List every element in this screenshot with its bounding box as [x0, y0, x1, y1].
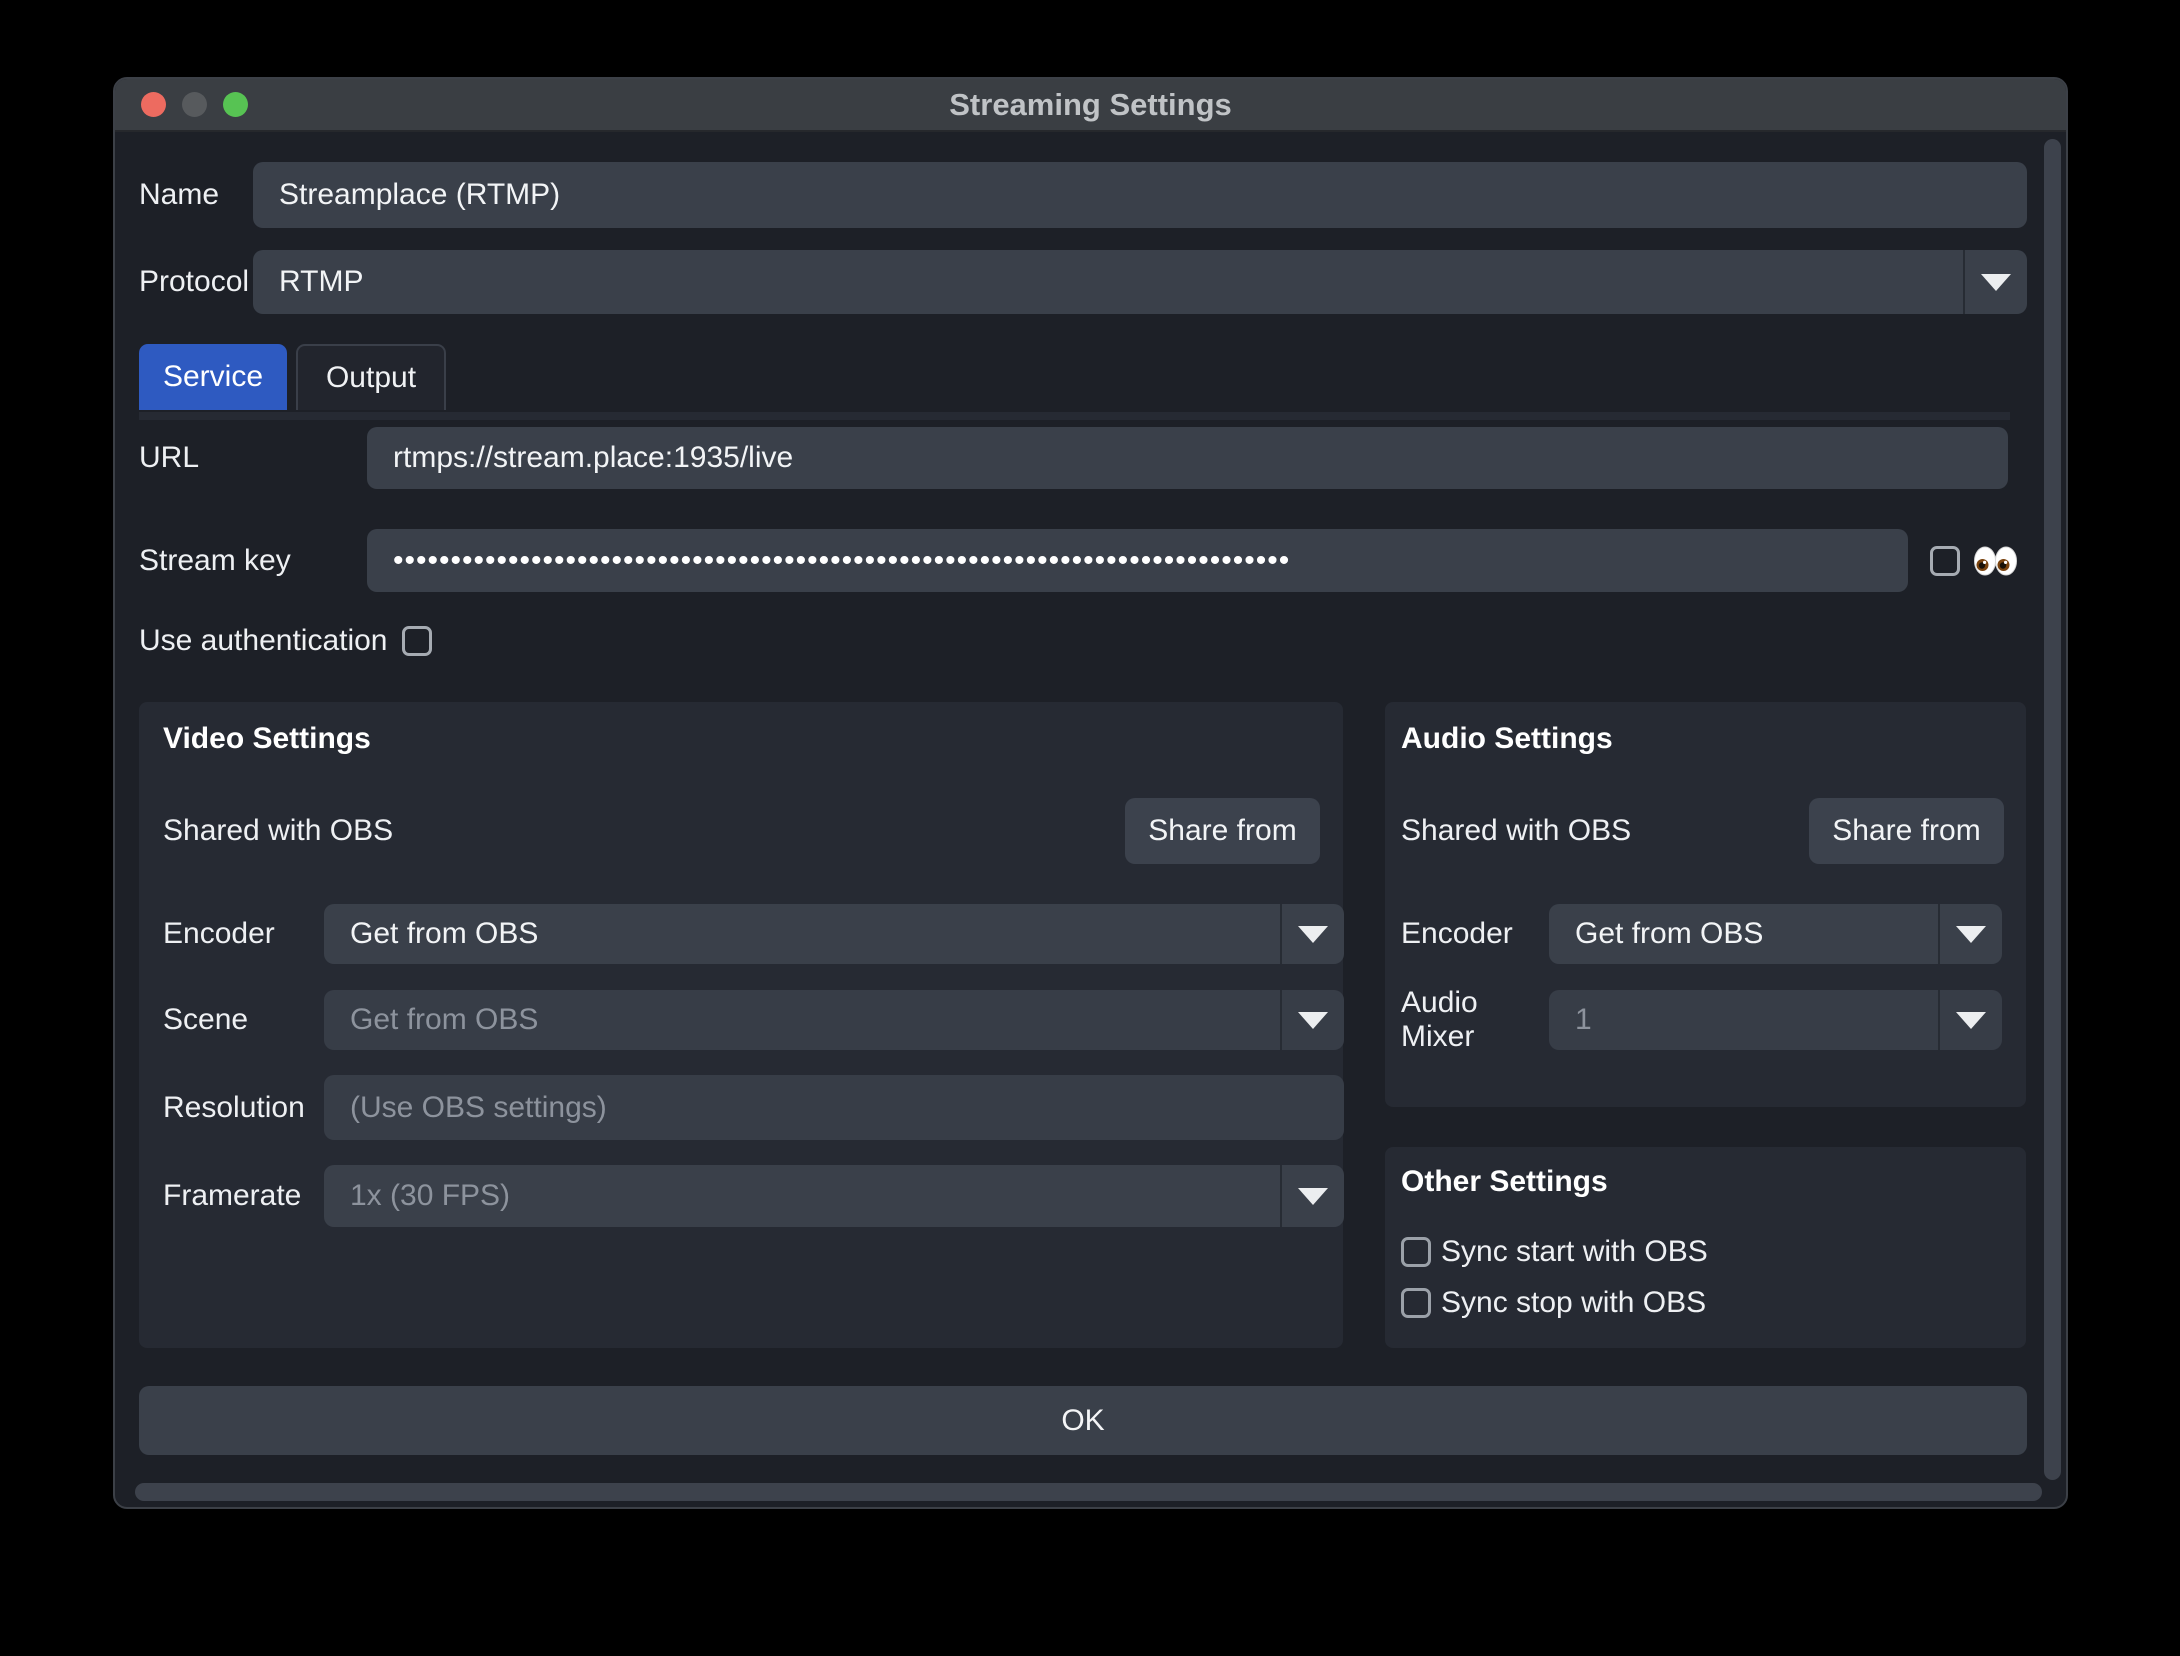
audio-settings-title: Audio Settings	[1401, 722, 2004, 756]
stream-key-label: Stream key	[139, 544, 367, 578]
resolution-label: Resolution	[163, 1091, 324, 1125]
name-input[interactable]: Streamplace (RTMP)	[253, 162, 2027, 228]
url-row: URL rtmps://stream.place:1935/live	[139, 427, 2027, 489]
framerate-label: Framerate	[163, 1179, 324, 1213]
audio-encoder-label: Encoder	[1401, 917, 1549, 951]
scene-row: Scene Get from OBS	[163, 990, 1320, 1050]
chevron-down-icon	[1963, 250, 2027, 314]
video-shared-label: Shared with OBS	[163, 814, 393, 848]
zoom-button[interactable]	[223, 92, 248, 117]
url-label: URL	[139, 441, 367, 475]
chevron-down-icon	[1280, 990, 1344, 1050]
sync-start-checkbox[interactable]	[1401, 1237, 1431, 1267]
chevron-down-icon	[1280, 904, 1344, 964]
scene-dropdown[interactable]: Get from OBS	[324, 990, 1344, 1050]
video-shared-row: Shared with OBS Share from	[163, 798, 1320, 864]
ok-button[interactable]: OK	[139, 1386, 2027, 1455]
video-share-from-button[interactable]: Share from	[1125, 798, 1320, 864]
sync-stop-label: Sync stop with OBS	[1441, 1286, 1706, 1320]
audio-settings-panel: Audio Settings Shared with OBS Share fro…	[1385, 702, 2026, 1107]
use-authentication-checkbox[interactable]	[402, 626, 432, 656]
horizontal-scrollbar[interactable]	[135, 1483, 2042, 1501]
eyes-icon	[1972, 545, 2018, 577]
audio-shared-label: Shared with OBS	[1401, 814, 1631, 848]
resolution-input[interactable]: (Use OBS settings)	[324, 1075, 1344, 1140]
name-row: Name Streamplace (RTMP)	[139, 162, 2027, 228]
audio-encoder-value: Get from OBS	[1549, 917, 1938, 951]
sync-stop-row: Sync stop with OBS	[1401, 1286, 2004, 1320]
traffic-lights	[141, 79, 248, 130]
resolution-placeholder: (Use OBS settings)	[350, 1091, 607, 1125]
streaming-settings-dialog: Streaming Settings Name Streamplace (RTM…	[113, 77, 2068, 1509]
window-title: Streaming Settings	[949, 87, 1232, 123]
protocol-dropdown[interactable]: RTMP	[253, 250, 2027, 314]
close-button[interactable]	[141, 92, 166, 117]
scene-value: Get from OBS	[324, 1003, 1280, 1037]
tab-pane-divider	[139, 412, 2010, 420]
sync-start-row: Sync start with OBS	[1401, 1235, 2004, 1269]
scene-label: Scene	[163, 1003, 324, 1037]
audio-encoder-dropdown[interactable]: Get from OBS	[1549, 904, 2002, 964]
video-encoder-label: Encoder	[163, 917, 324, 951]
sync-stop-checkbox[interactable]	[1401, 1288, 1431, 1318]
use-authentication-row: Use authentication	[139, 625, 2027, 657]
video-settings-panel: Video Settings Shared with OBS Share fro…	[139, 702, 1343, 1348]
stream-key-row: Stream key •••••••••••••••••••••••••••••…	[139, 529, 2027, 592]
chevron-down-icon	[1280, 1165, 1344, 1227]
chevron-down-icon	[1938, 990, 2002, 1050]
resolution-row: Resolution (Use OBS settings)	[163, 1075, 1320, 1140]
stream-key-masked-value: ••••••••••••••••••••••••••••••••••••••••…	[393, 544, 1290, 578]
protocol-label: Protocol	[139, 265, 253, 299]
audio-share-from-button[interactable]: Share from	[1809, 798, 2004, 864]
framerate-value: 1x (30 FPS)	[324, 1179, 1280, 1213]
audio-mixer-label: Audio Mixer	[1401, 986, 1549, 1054]
stream-key-input[interactable]: ••••••••••••••••••••••••••••••••••••••••…	[367, 529, 1908, 592]
use-authentication-label: Use authentication	[139, 624, 388, 658]
video-encoder-dropdown[interactable]: Get from OBS	[324, 904, 1344, 964]
titlebar[interactable]: Streaming Settings	[115, 79, 2066, 132]
name-label: Name	[139, 178, 253, 212]
audio-shared-row: Shared with OBS Share from	[1401, 798, 2004, 864]
other-settings-panel: Other Settings Sync start with OBS Sync …	[1385, 1147, 2026, 1348]
video-settings-title: Video Settings	[163, 722, 1320, 756]
other-settings-title: Other Settings	[1401, 1165, 2004, 1199]
chevron-down-icon	[1938, 904, 2002, 964]
framerate-dropdown[interactable]: 1x (30 FPS)	[324, 1165, 1344, 1227]
url-input[interactable]: rtmps://stream.place:1935/live	[367, 427, 2008, 489]
tab-bar: Service Output	[139, 344, 2027, 410]
video-encoder-row: Encoder Get from OBS	[163, 904, 1320, 964]
tab-service[interactable]: Service	[139, 344, 287, 410]
vertical-scrollbar[interactable]	[2044, 139, 2061, 1480]
stream-key-show-checkbox[interactable]	[1930, 546, 1960, 576]
video-encoder-value: Get from OBS	[324, 917, 1280, 951]
protocol-row: Protocol RTMP	[139, 250, 2027, 314]
audio-encoder-row: Encoder Get from OBS	[1401, 904, 2004, 964]
audio-mixer-value: 1	[1549, 1003, 1938, 1037]
tab-output[interactable]: Output	[296, 344, 446, 410]
audio-mixer-row: Audio Mixer 1	[1401, 990, 2004, 1050]
framerate-row: Framerate 1x (30 FPS)	[163, 1165, 1320, 1227]
minimize-button[interactable]	[182, 92, 207, 117]
protocol-value: RTMP	[253, 265, 1963, 299]
audio-mixer-dropdown[interactable]: 1	[1549, 990, 2002, 1050]
sync-start-label: Sync start with OBS	[1441, 1235, 1708, 1269]
